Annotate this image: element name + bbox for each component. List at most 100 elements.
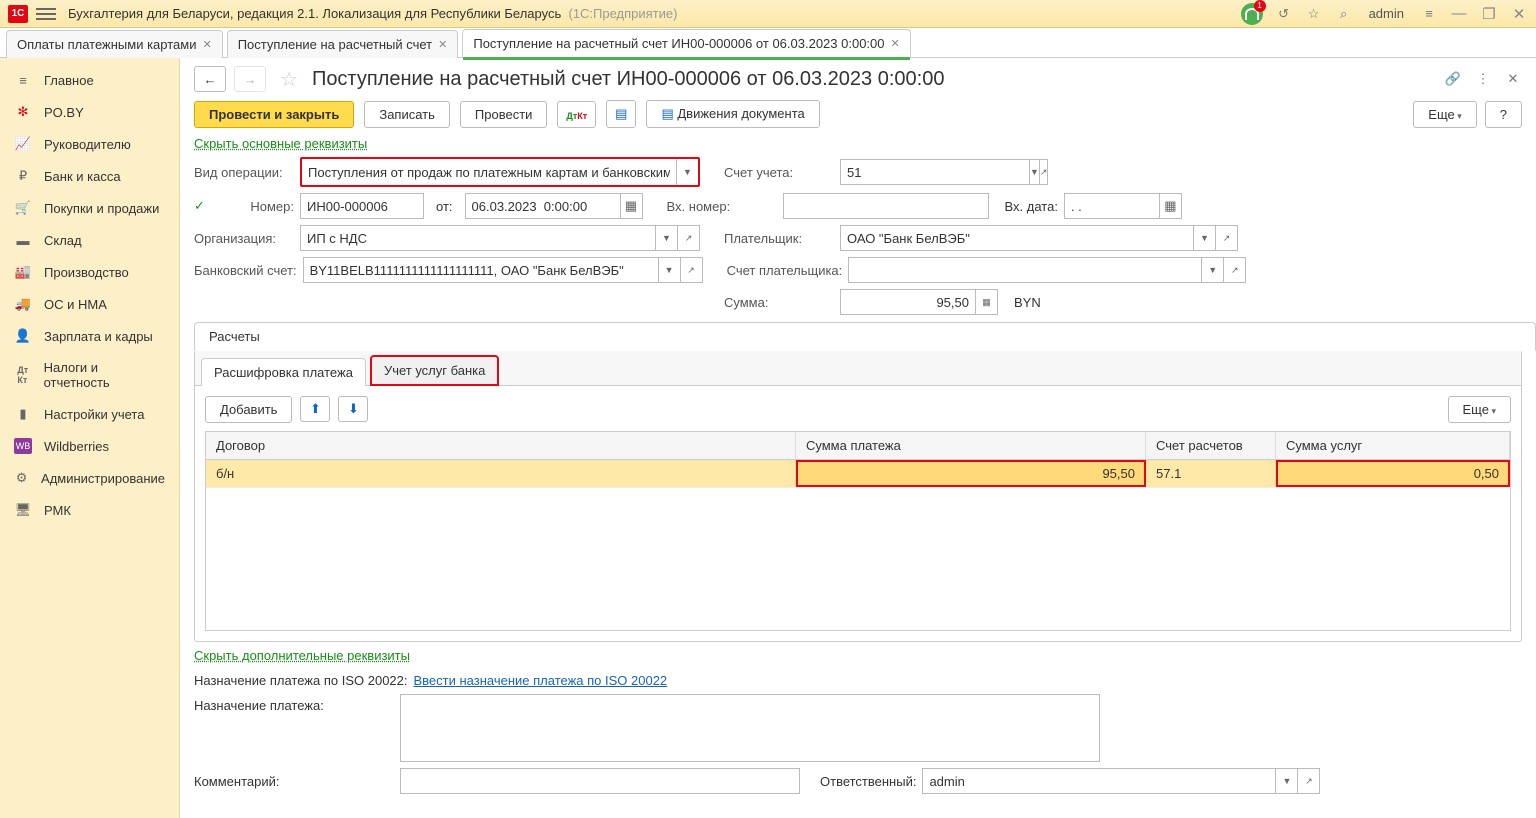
more-menu-icon[interactable]: ⋮ bbox=[1474, 70, 1492, 88]
date-input[interactable] bbox=[465, 193, 621, 219]
sum-label: Сумма: bbox=[724, 295, 834, 310]
close-button[interactable]: ✕ bbox=[1510, 5, 1528, 23]
dropdown-icon[interactable]: ▼ bbox=[1202, 257, 1224, 283]
calculator-icon[interactable]: ▦ bbox=[976, 289, 998, 315]
close-icon[interactable]: ✕ bbox=[438, 38, 447, 51]
comment-input[interactable] bbox=[400, 768, 800, 794]
subtab-bank-services[interactable]: Учет услуг банка bbox=[370, 355, 499, 386]
purpose-textarea[interactable] bbox=[400, 694, 1100, 762]
dropdown-icon[interactable]: ▼ bbox=[656, 225, 678, 251]
close-page-icon[interactable]: ✕ bbox=[1504, 70, 1522, 88]
calendar-icon[interactable]: ▦ bbox=[1160, 193, 1182, 219]
grid-more-button[interactable]: Еще bbox=[1448, 396, 1511, 423]
payer-input[interactable] bbox=[840, 225, 1194, 251]
subtab-payment-details[interactable]: Расшифровка платежа bbox=[201, 358, 366, 386]
sidebar-item-bank[interactable]: ₽Банк и касса bbox=[0, 160, 179, 192]
favorite-icon[interactable]: ☆ bbox=[280, 67, 298, 92]
sidebar-item-admin[interactable]: ⚙Администрирование bbox=[0, 462, 179, 494]
cell-settlement-account[interactable]: 57.1 bbox=[1146, 460, 1276, 487]
organization-input[interactable] bbox=[300, 225, 656, 251]
history-icon[interactable]: ↺ bbox=[1275, 5, 1293, 23]
sidebar-item-production[interactable]: 🏭Производство bbox=[0, 256, 179, 288]
dropdown-icon[interactable]: ▼ bbox=[1276, 768, 1298, 794]
post-button[interactable]: Провести bbox=[460, 101, 548, 128]
open-icon[interactable]: ↗ bbox=[681, 257, 703, 283]
posted-icon: ✓ bbox=[194, 198, 214, 214]
sidebar-item-manager[interactable]: 📈Руководителю bbox=[0, 128, 179, 160]
dropdown-icon[interactable]: ▼ bbox=[676, 159, 698, 185]
close-icon[interactable]: ✕ bbox=[202, 38, 211, 51]
nav-back-button[interactable]: ← bbox=[194, 66, 226, 92]
sidebar-item-hr[interactable]: 👤Зарплата и кадры bbox=[0, 320, 179, 352]
sidebar-item-main[interactable]: ≡Главное bbox=[0, 64, 179, 96]
add-row-button[interactable]: Добавить bbox=[205, 396, 292, 423]
create-based-button[interactable]: ▤ bbox=[606, 100, 636, 128]
dropdown-icon[interactable]: ▼ bbox=[1194, 225, 1216, 251]
more-button[interactable]: Еще bbox=[1413, 101, 1476, 128]
payer-account-input[interactable] bbox=[848, 257, 1202, 283]
help-button[interactable]: ? bbox=[1485, 101, 1522, 128]
hide-main-details-link[interactable]: Скрыть основные реквизиты bbox=[180, 136, 1536, 151]
open-icon[interactable]: ↗ bbox=[678, 225, 700, 251]
iso-purpose-link[interactable]: Ввести назначение платежа по ISO 20022 bbox=[414, 673, 668, 688]
dtkt-button[interactable]: ДтКт bbox=[557, 101, 596, 128]
sidebar-item-settings[interactable]: ▮Настройки учета bbox=[0, 398, 179, 430]
gear-icon: ⚙ bbox=[14, 470, 29, 486]
tab-incoming-bank[interactable]: Поступление на расчетный счет✕ bbox=[227, 30, 459, 58]
open-icon[interactable]: ↗ bbox=[1040, 159, 1049, 185]
col-settlement-account[interactable]: Счет расчетов bbox=[1146, 432, 1276, 459]
restore-button[interactable]: ❐ bbox=[1480, 5, 1498, 23]
sum-input[interactable] bbox=[840, 289, 976, 315]
open-icon[interactable]: ↗ bbox=[1216, 225, 1238, 251]
cell-contract[interactable]: б/н bbox=[206, 460, 796, 487]
minimize-button[interactable]: — bbox=[1450, 5, 1468, 23]
account-input[interactable] bbox=[840, 159, 1030, 185]
link-icon[interactable]: 🔗 bbox=[1444, 70, 1462, 88]
movements-button[interactable]: ▤ Движения документа bbox=[646, 100, 819, 128]
cell-payment-sum[interactable]: 95,50 bbox=[796, 460, 1146, 487]
sidebar-item-taxes[interactable]: ДтКтНалоги и отчетность bbox=[0, 352, 179, 398]
move-up-button[interactable]: ⬆ bbox=[300, 396, 330, 422]
tab-calculations[interactable]: Расчеты bbox=[194, 322, 1536, 351]
dropdown-icon[interactable]: ▼ bbox=[1030, 159, 1040, 185]
dropdown-icon[interactable]: ▼ bbox=[659, 257, 681, 283]
tab-incoming-bank-doc[interactable]: Поступление на расчетный счет ИН00-00000… bbox=[462, 29, 910, 58]
user-label[interactable]: admin bbox=[1369, 6, 1404, 21]
search-icon[interactable]: ⌕ bbox=[1335, 5, 1353, 23]
calendar-icon[interactable]: ▦ bbox=[621, 193, 643, 219]
sidebar-item-rmk[interactable]: 🖥РМК bbox=[0, 494, 179, 526]
move-down-button[interactable]: ⬇ bbox=[338, 396, 368, 422]
navigation-sidebar: ≡Главное ✻PO.BY 📈Руководителю ₽Банк и ка… bbox=[0, 58, 180, 818]
sidebar-item-sales[interactable]: 🛒Покупки и продажи bbox=[0, 192, 179, 224]
cell-services-sum[interactable]: 0,50 bbox=[1276, 460, 1510, 487]
table-row[interactable]: б/н 95,50 57.1 0,50 bbox=[206, 460, 1510, 488]
payer-label: Плательщик: bbox=[724, 231, 834, 246]
col-payment-sum[interactable]: Сумма платежа bbox=[796, 432, 1146, 459]
sidebar-item-wildberries[interactable]: WBWildberries bbox=[0, 430, 179, 462]
tab-payments-cards[interactable]: Оплаты платежными картами✕ bbox=[6, 30, 223, 58]
sidebar-item-assets[interactable]: 🚚ОС и НМА bbox=[0, 288, 179, 320]
close-icon[interactable]: ✕ bbox=[891, 37, 900, 50]
organization-label: Организация: bbox=[194, 231, 294, 246]
post-and-close-button[interactable]: Провести и закрыть bbox=[194, 101, 354, 128]
save-button[interactable]: Записать bbox=[364, 101, 450, 128]
star-icon[interactable]: ☆ bbox=[1305, 5, 1323, 23]
sidebar-item-warehouse[interactable]: ▬Склад bbox=[0, 224, 179, 256]
col-services-sum[interactable]: Сумма услуг bbox=[1276, 432, 1510, 459]
open-icon[interactable]: ↗ bbox=[1224, 257, 1246, 283]
operation-type-input[interactable] bbox=[302, 159, 676, 185]
bank-account-input[interactable] bbox=[303, 257, 659, 283]
col-contract[interactable]: Договор bbox=[206, 432, 796, 459]
main-menu-button[interactable] bbox=[36, 4, 56, 24]
notifications-button[interactable]: 1 bbox=[1241, 3, 1263, 25]
incoming-number-input[interactable] bbox=[783, 193, 989, 219]
open-icon[interactable]: ↗ bbox=[1298, 768, 1320, 794]
payer-account-label: Счет плательщика: bbox=[727, 263, 843, 278]
sidebar-item-poby[interactable]: ✻PO.BY bbox=[0, 96, 179, 128]
settings-menu-icon[interactable]: ≡ bbox=[1420, 5, 1438, 23]
incoming-date-input[interactable] bbox=[1064, 193, 1160, 219]
nav-forward-button[interactable]: → bbox=[234, 66, 266, 92]
responsible-input[interactable] bbox=[922, 768, 1276, 794]
hide-extra-details-link[interactable]: Скрыть дополнительные реквизиты bbox=[194, 648, 410, 663]
number-input[interactable] bbox=[300, 193, 424, 219]
